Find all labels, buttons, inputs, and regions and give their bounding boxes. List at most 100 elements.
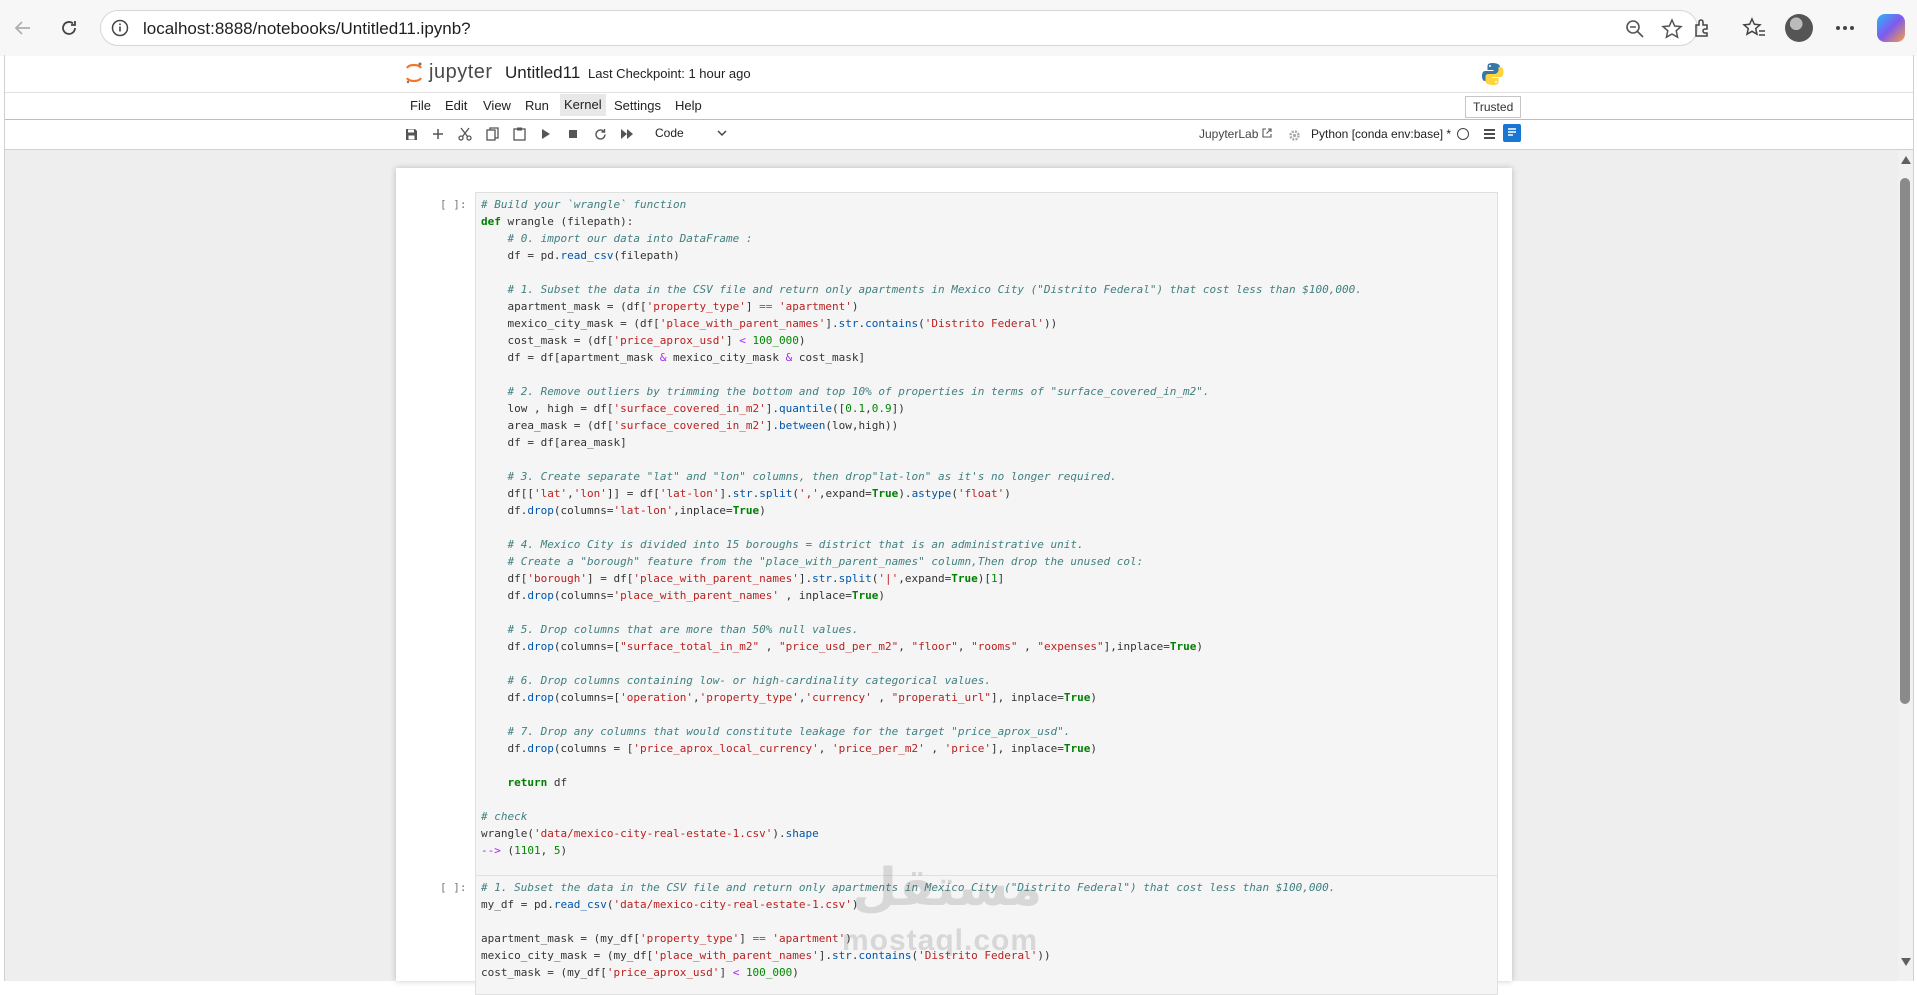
back-button[interactable] [9,14,37,42]
external-link-icon [1262,128,1272,138]
code-line: ​ [476,706,1497,723]
python-logo-icon [1480,61,1506,92]
vertical-scrollbar[interactable] [1898,150,1913,981]
code-line: ​ [476,264,1497,281]
notebook-page: [ ]: # Build your `wrangle` function def … [396,168,1512,995]
table-of-contents-icon[interactable] [1503,124,1521,142]
extensions-icon[interactable] [1690,15,1716,41]
code-line: low , high = df['surface_covered_in_m2']… [481,402,905,415]
cell-prompt: [ ]: [440,198,467,211]
code-line: # 6. Drop columns containing low- or hig… [507,674,991,687]
code-line: df.drop(columns=['operation','property_t… [481,691,1097,704]
reload-button[interactable] [55,14,83,42]
code-line: df = df[apartment_mask & mexico_city_mas… [481,351,866,364]
back-arrow-icon [14,21,30,35]
code-line: df.drop(columns = ['price_aprox_local_cu… [481,742,1097,755]
code-line: # 1. Subset the data in the CSV file and… [507,283,1362,296]
address-bar[interactable]: localhost:8888/notebooks/Untitled11.ipyn… [100,10,1698,46]
scroll-down-arrow-icon[interactable] [1901,958,1911,966]
code-line: ​ [476,366,1497,383]
more-options-icon[interactable] [1832,15,1858,41]
code-line: ​ [476,519,1497,536]
notebook-title[interactable]: Untitled11 [505,63,580,83]
copy-icon[interactable] [483,125,501,143]
code-line: ​ [476,604,1497,621]
code-line: # 5. Drop columns that are more than 50%… [507,623,859,636]
kernel-settings-gear-icon[interactable] [1285,126,1303,144]
code-line: # 0. import our data into DataFrame : [507,232,753,245]
jupyterlab-link[interactable]: JupyterLab [1199,127,1272,141]
code-text: # Build your `wrangle` function def wrang… [476,193,1497,859]
code-line: # Build your `wrangle` function [481,198,687,211]
code-line: df.drop(columns='place_with_parent_names… [481,589,886,602]
code-line: --> (1101, 5) [481,844,568,857]
scroll-up-arrow-icon[interactable] [1901,156,1911,164]
menu-file[interactable]: File [410,98,431,113]
code-line: mexico_city_mask = (df['place_with_paren… [481,317,1058,330]
favorite-star-icon[interactable] [1661,18,1683,45]
code-line: return df [507,776,568,789]
code-line: apartment_mask = (df['property_type'] ==… [481,300,859,313]
code-line: df[['lat','lon']] = df['lat-lon'].str.sp… [481,487,1011,500]
code-line: # 7. Drop any columns that would constit… [507,725,1071,738]
code-line: df = pd.read_csv(filepath) [481,249,680,262]
watermark-latin: mostaql.com [842,924,1039,957]
code-line: # Create a "borough" feature from the "p… [507,555,1144,568]
menu-edit[interactable]: Edit [445,98,467,113]
profile-avatar[interactable] [1785,14,1813,42]
chevron-down-icon[interactable] [716,126,728,144]
reload-icon [62,21,76,35]
paste-icon[interactable] [510,125,528,143]
menu-help[interactable]: Help [675,98,702,113]
code-line: # check [481,810,528,823]
jupyter-logo-text: jupyter [429,61,493,83]
code-line: # 4. Mexico City is divided into 15 boro… [507,538,1084,551]
kernel-status-icon [1457,128,1469,140]
fast-forward-icon[interactable] [618,125,636,143]
favorites-icon[interactable] [1741,15,1767,41]
copilot-icon[interactable] [1877,14,1905,42]
add-cell-icon[interactable] [429,125,447,143]
menu-run[interactable]: Run [525,98,549,113]
url-text: localhost:8888/notebooks/Untitled11.ipyn… [143,19,471,38]
watermark: مستقل mostaql.com [842,858,1082,968]
code-line: ​ [476,757,1497,774]
run-icon[interactable] [537,125,555,143]
code-editor[interactable]: # Build your `wrangle` function def wrang… [475,192,1498,880]
code-line: df.drop(columns=["surface_total_in_m2" ,… [481,640,1203,653]
watermark-arabic: مستقل [852,858,1043,918]
restart-icon[interactable] [591,125,609,143]
zoom-out-icon[interactable] [1625,19,1645,44]
cell-type-select[interactable]: Code [655,126,684,140]
notebook-toolbar: Code JupyterLab Python [conda env:base] … [5,119,1913,150]
code-cell-1[interactable]: [ ]: # Build your `wrangle` function def … [396,192,1512,880]
jupyter-logo[interactable]: jupyter [405,61,493,84]
trusted-badge[interactable]: Trusted [1465,96,1522,118]
code-line: area_mask = (df['surface_covered_in_m2']… [481,419,899,432]
cut-icon[interactable] [456,125,474,143]
cell-prompt: [ ]: [440,881,467,894]
code-line: ​ [476,655,1497,672]
menu-view[interactable]: View [483,98,511,113]
code-line: # 2. Remove outliers by trimming the bot… [507,385,1210,398]
save-icon[interactable] [402,125,420,143]
code-line: cost_mask = (df['price_aprox_usd'] < 100… [481,334,806,347]
menu-settings[interactable]: Settings [614,98,661,113]
site-info-icon[interactable] [111,19,129,42]
stop-icon[interactable] [564,125,582,143]
code-line: df.drop(columns='lat-lon',inplace=True) [481,504,766,517]
menu-bar: File Edit View Run Kernel Settings Help [5,92,1913,120]
checkpoint-status: Last Checkpoint: 1 hour ago [588,66,751,81]
kernel-name[interactable]: Python [conda env:base] * [1311,127,1451,141]
code-line: wrangle('data/mexico-city-real-estate-1.… [481,827,819,840]
jupyterlab-link-label: JupyterLab [1199,127,1259,141]
browser-toolbar: localhost:8888/notebooks/Untitled11.ipyn… [0,0,1917,56]
menu-kernel[interactable]: Kernel [560,94,606,116]
code-line: df = df[area_mask] [481,436,627,449]
code-line: ​ [476,451,1497,468]
code-line: def wrangle (filepath): [481,215,634,228]
scrollbar-thumb[interactable] [1900,178,1910,704]
code-line: # 3. Create separate "lat" and "lon" col… [507,470,1117,483]
menu-list-icon[interactable] [1480,125,1498,143]
jupyter-logo-icon [406,62,422,83]
